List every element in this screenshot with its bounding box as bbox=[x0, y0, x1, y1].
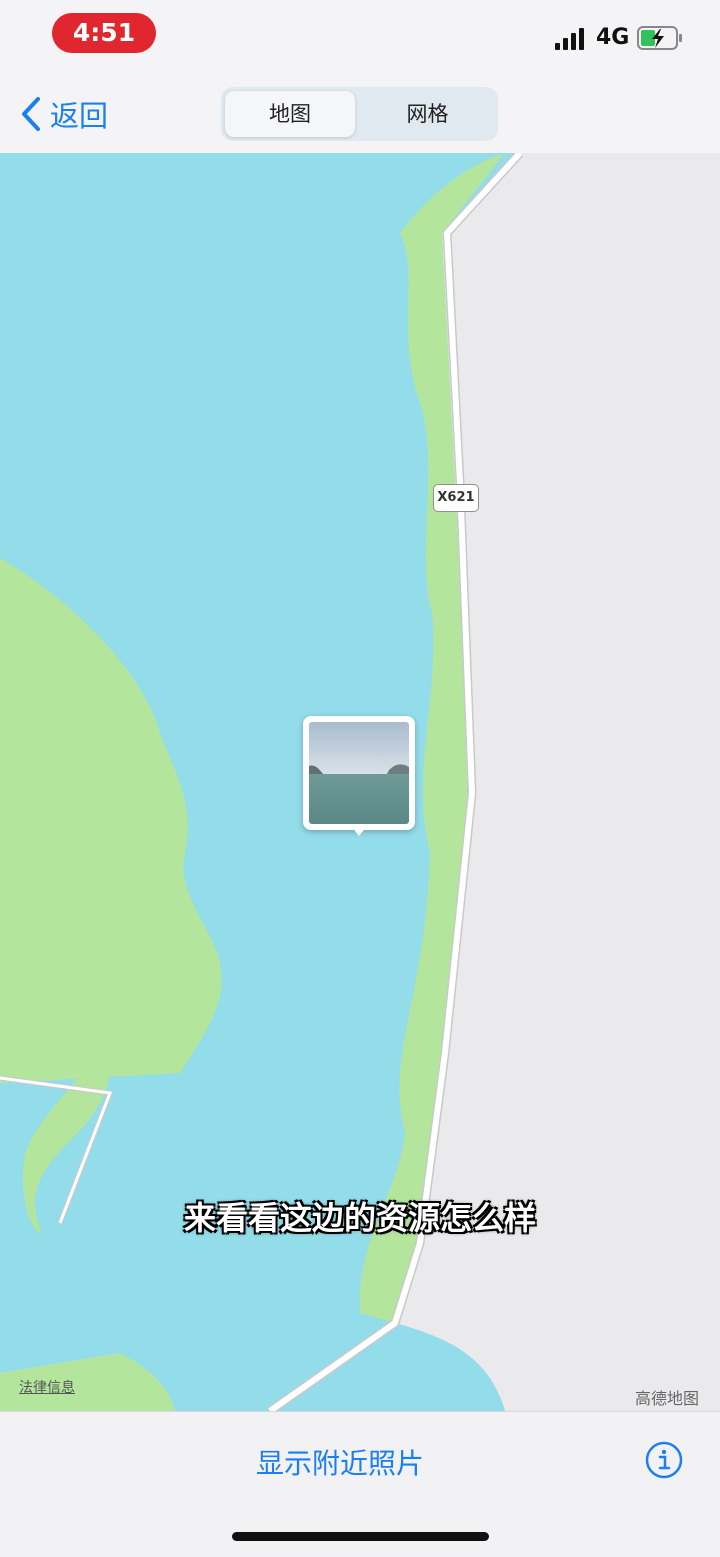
photo-pin-tail bbox=[351, 826, 367, 836]
back-label: 返回 bbox=[50, 99, 109, 133]
network-type: 4G bbox=[596, 25, 630, 50]
map-provider-logo: 高德地图 bbox=[635, 1389, 700, 1408]
back-button[interactable]: 返回 bbox=[20, 94, 108, 134]
photo-thumbnail bbox=[309, 722, 409, 824]
signal-icon bbox=[555, 28, 584, 50]
view-segmented-control: 地图 网格 bbox=[221, 87, 498, 141]
video-subtitle: 来看看这边的资源怎么样 bbox=[183, 1199, 536, 1237]
status-bar: 4:51 4G bbox=[0, 0, 720, 76]
show-nearby-photos-button[interactable]: 显示附近照片 bbox=[0, 1442, 680, 1482]
tab-grid[interactable]: 网格 bbox=[361, 91, 494, 137]
info-icon[interactable] bbox=[644, 1440, 684, 1480]
route-badge: X621 bbox=[433, 484, 479, 512]
home-indicator bbox=[232, 1532, 489, 1541]
battery-charging-icon bbox=[637, 26, 682, 50]
status-time: 4:51 bbox=[52, 13, 156, 53]
map-view[interactable]: X621 来看看这边的资源怎么样 法律信息 高德地图 bbox=[0, 153, 720, 1411]
photo-frame bbox=[303, 716, 415, 830]
photo-pin[interactable] bbox=[303, 716, 415, 848]
nav-bar: 返回 地图 网格 bbox=[0, 76, 720, 153]
legal-info-link[interactable]: 法律信息 bbox=[19, 1377, 75, 1397]
tab-map[interactable]: 地图 bbox=[225, 91, 355, 137]
bottom-toolbar: 显示附近照片 bbox=[0, 1411, 720, 1557]
chevron-left-icon bbox=[22, 97, 40, 131]
